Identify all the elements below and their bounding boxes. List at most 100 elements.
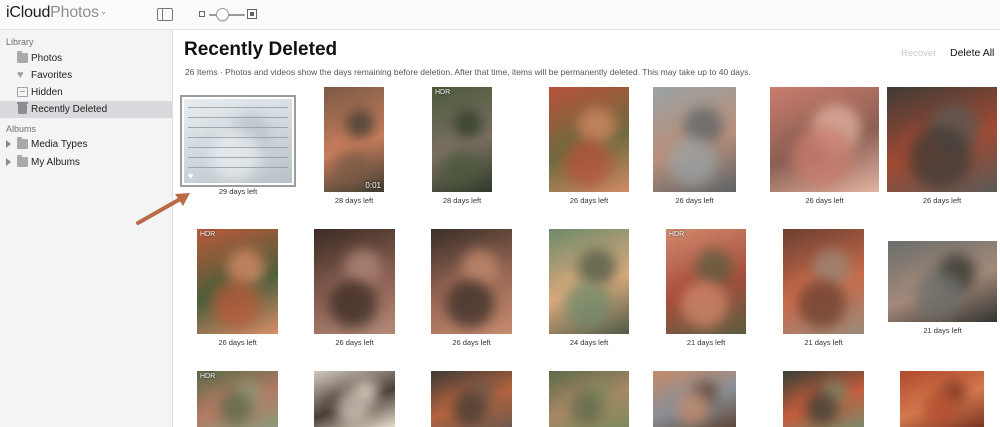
main-content: Recently Deleted 26 Items · Photos and v… xyxy=(174,30,1000,427)
sidebar: Library Photos ♥ Favorites Hidden Recent… xyxy=(0,30,173,427)
disclosure-triangle-icon[interactable] xyxy=(6,158,11,166)
screenshot-line xyxy=(188,107,288,108)
screenshot-line xyxy=(188,127,288,128)
photo-content xyxy=(212,280,260,328)
photo-thumbnail[interactable] xyxy=(431,371,512,427)
sidebar-item-label: My Albums xyxy=(31,157,80,168)
photo-content xyxy=(346,110,374,138)
photo-thumbnail[interactable] xyxy=(549,87,629,192)
page-title: Recently Deleted xyxy=(184,39,338,60)
photo-content xyxy=(454,110,482,138)
photo-content xyxy=(681,281,728,328)
photo-thumbnail[interactable] xyxy=(653,371,736,427)
photo-thumbnail[interactable] xyxy=(887,87,997,192)
app-brand: iCloud xyxy=(6,4,51,21)
sidebar-item-my-albums[interactable]: My Albums xyxy=(0,154,172,171)
photo-content xyxy=(335,150,370,185)
photo-thumbnail[interactable]: ♥ xyxy=(180,95,296,187)
sidebar-item-label: Hidden xyxy=(31,87,63,98)
photo-content xyxy=(805,392,838,425)
days-left-label: 29 days left xyxy=(218,187,258,196)
days-left-label: 26 days left xyxy=(569,196,609,205)
photo-content xyxy=(923,392,956,425)
app-product: Photos xyxy=(50,4,99,21)
zoom-slider-thumb[interactable] xyxy=(216,8,229,21)
screenshot-line xyxy=(188,137,288,138)
sidebar-item-label: Favorites xyxy=(31,70,73,81)
zoom-out-icon[interactable] xyxy=(199,11,205,17)
photo-thumbnail[interactable] xyxy=(888,241,997,322)
sidebar-item-label: Media Types xyxy=(31,139,88,150)
sidebar-item-photos[interactable]: Photos xyxy=(0,50,172,67)
photo-content xyxy=(915,271,963,319)
photo-content xyxy=(564,139,611,186)
app-title-menu[interactable]: iCloudPhotos⌄ xyxy=(6,4,107,22)
days-left-label: 21 days left xyxy=(686,338,726,347)
photo-thumbnail[interactable] xyxy=(783,371,864,427)
sidebar-item-label: Photos xyxy=(31,53,63,64)
page-subtitle: 26 Items · Photos and videos show the da… xyxy=(185,67,751,77)
days-left-label: 26 days left xyxy=(922,196,962,205)
screenshot-line xyxy=(188,157,288,158)
sidebar-toggle-icon[interactable] xyxy=(157,8,173,21)
sidebar-item-favorites[interactable]: ♥ Favorites xyxy=(0,67,172,84)
photo-thumbnail[interactable]: 0:01 xyxy=(324,87,384,192)
photo-thumbnail[interactable] xyxy=(431,229,512,334)
photo-thumbnail[interactable] xyxy=(900,371,984,427)
screenshot-line xyxy=(188,117,288,118)
days-left-label: 28 days left xyxy=(334,196,374,205)
days-left-label: 26 days left xyxy=(335,338,374,347)
photo-thumbnail[interactable]: HDR xyxy=(197,371,278,427)
library-section-label: Library xyxy=(6,37,34,47)
heart-icon: ♥ xyxy=(17,69,24,81)
days-left-label: 26 days left xyxy=(675,196,714,205)
recover-button[interactable]: Recover xyxy=(901,48,936,59)
photo-thumbnail[interactable] xyxy=(549,229,629,334)
days-left-label: 24 days left xyxy=(569,338,609,347)
photo-content xyxy=(570,392,603,425)
days-left-label: 28 days left xyxy=(442,196,482,205)
video-duration: 0:01 xyxy=(365,181,381,190)
photo-content xyxy=(329,280,377,328)
zoom-in-icon[interactable] xyxy=(247,9,257,19)
sidebar-item-recently-deleted[interactable]: Recently Deleted xyxy=(0,101,172,118)
photos-icon xyxy=(17,51,28,63)
photo-thumbnail[interactable] xyxy=(783,229,864,334)
photo-thumbnail[interactable] xyxy=(549,371,629,427)
photo-thumbnail[interactable]: HDR xyxy=(666,229,746,334)
days-left-label: 26 days left xyxy=(218,338,257,347)
disclosure-triangle-icon[interactable] xyxy=(6,140,11,148)
photo-thumbnail[interactable] xyxy=(314,371,395,427)
sidebar-item-hidden[interactable]: Hidden xyxy=(0,84,172,101)
hdr-badge: HDR xyxy=(200,373,216,380)
photo-content xyxy=(798,280,846,328)
days-left-label: 21 days left xyxy=(923,326,962,335)
photo-thumbnail[interactable]: HDR xyxy=(432,87,492,192)
delete-all-button[interactable]: Delete All xyxy=(950,47,994,59)
photo-content xyxy=(336,392,369,425)
hdr-badge: HDR xyxy=(669,231,685,238)
photo-thumbnail[interactable] xyxy=(653,87,736,192)
hidden-icon xyxy=(17,87,28,97)
favorite-heart-icon: ♥ xyxy=(188,171,194,181)
photo-content xyxy=(791,126,853,188)
folder-icon xyxy=(17,155,28,167)
photo-content xyxy=(668,137,717,186)
chevron-down-icon: ⌄ xyxy=(99,6,108,16)
photo-thumbnail[interactable]: HDR xyxy=(197,229,278,334)
sidebar-item-media-types[interactable]: Media Types xyxy=(0,136,172,153)
days-left-label: 26 days left xyxy=(805,196,844,205)
days-left-label: 26 days left xyxy=(452,338,491,347)
folder-icon xyxy=(17,137,28,149)
toolbar: iCloudPhotos⌄ xyxy=(0,0,1000,30)
hdr-badge: HDR xyxy=(435,89,451,96)
days-left-label: 21 days left xyxy=(804,338,843,347)
screenshot-line xyxy=(188,147,288,148)
photo-content xyxy=(443,150,478,185)
hdr-badge: HDR xyxy=(200,231,216,238)
photo-thumbnail[interactable] xyxy=(314,229,395,334)
photo-content xyxy=(446,280,494,328)
photo-thumbnail[interactable] xyxy=(770,87,879,192)
photo-content xyxy=(453,392,486,425)
albums-section-label: Albums xyxy=(6,124,37,134)
